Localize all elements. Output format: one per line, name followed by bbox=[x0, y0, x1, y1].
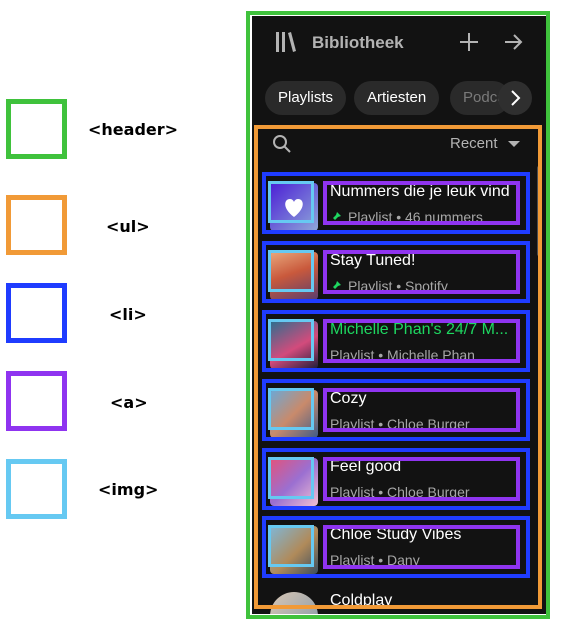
coldplay-avatar bbox=[270, 592, 318, 614]
legend-label-ul: <ul> bbox=[106, 217, 150, 236]
item-subtitle-text: Playlist • Chloe Burger bbox=[330, 484, 470, 500]
arrow-right-icon[interactable] bbox=[502, 31, 524, 53]
plus-icon[interactable] bbox=[458, 31, 480, 53]
item-title: Cozy bbox=[330, 390, 367, 407]
legend-label-a: <a> bbox=[110, 393, 148, 412]
filter-chip-artists[interactable]: Artiesten bbox=[354, 81, 440, 115]
list-item[interactable]: Coldplay bbox=[264, 588, 526, 614]
scrollbar[interactable] bbox=[537, 166, 541, 256]
item-subtitle-text: Playlist • Michelle Phan bbox=[330, 347, 475, 363]
list-item[interactable]: Michelle Phan's 24/7 M... Playlist • Mic… bbox=[264, 317, 526, 375]
item-subtitle: Playlist • Michelle Phan bbox=[330, 347, 475, 363]
legend-swatch-header bbox=[6, 99, 67, 159]
library-title: Bibliotheek bbox=[312, 33, 404, 52]
item-title: Feel good bbox=[330, 458, 402, 475]
item-title: Michelle Phan's 24/7 M... bbox=[330, 321, 509, 338]
study-vibes-cover bbox=[270, 526, 318, 574]
list-item[interactable]: Nummers die je leuk vind Playlist • 46 n… bbox=[264, 179, 526, 237]
item-title: Stay Tuned! bbox=[330, 252, 416, 269]
legend-label-header: <header> bbox=[88, 120, 179, 139]
michelle-phan-cover bbox=[270, 321, 318, 369]
cozy-cover bbox=[270, 390, 318, 438]
item-title: Nummers die je leuk vind bbox=[330, 183, 510, 200]
filter-chip-playlists[interactable]: Playlists bbox=[265, 81, 347, 115]
item-subtitle: Playlist • Chloe Burger bbox=[330, 484, 470, 500]
chevron-right-icon bbox=[511, 90, 521, 106]
feel-good-cover bbox=[270, 458, 318, 506]
search-icon[interactable] bbox=[272, 134, 292, 154]
stay-tuned-cover bbox=[270, 252, 318, 300]
legend-swatch-a bbox=[6, 371, 67, 431]
sort-label[interactable]: Recent bbox=[450, 135, 498, 152]
item-title: Coldplay bbox=[330, 592, 393, 609]
item-subtitle-text: Playlist • 46 nummers bbox=[348, 209, 483, 225]
list-item[interactable]: Feel good Playlist • Chloe Burger bbox=[264, 454, 526, 512]
item-subtitle: Playlist • Dany bbox=[330, 552, 420, 568]
item-subtitle-text: Playlist • Spotify bbox=[348, 278, 448, 294]
legend-label-li: <li> bbox=[109, 305, 147, 324]
legend-swatch-ul bbox=[6, 195, 67, 255]
caret-down-icon[interactable] bbox=[508, 141, 520, 147]
library-icon[interactable] bbox=[274, 30, 298, 54]
chips-next-button[interactable] bbox=[498, 81, 532, 115]
library-panel: Bibliotheek Playlists Artiesten Podcasts… bbox=[252, 16, 546, 614]
item-subtitle: Playlist • Spotify bbox=[330, 278, 448, 294]
list-item[interactable]: Chloe Study Vibes Playlist • Dany bbox=[264, 522, 526, 580]
list-item[interactable]: Stay Tuned! Playlist • Spotify bbox=[264, 248, 526, 306]
item-subtitle: Playlist • 46 nummers bbox=[330, 209, 483, 225]
pin-icon bbox=[331, 212, 341, 222]
list-item[interactable]: Cozy Playlist • Chloe Burger bbox=[264, 386, 526, 444]
legend-label-img: <img> bbox=[98, 480, 159, 499]
pin-icon bbox=[331, 281, 341, 291]
item-title: Chloe Study Vibes bbox=[330, 526, 462, 543]
legend-swatch-img bbox=[6, 459, 67, 519]
legend-swatch-li bbox=[6, 283, 67, 343]
item-subtitle-text: Playlist • Chloe Burger bbox=[330, 416, 470, 432]
item-subtitle: Playlist • Chloe Burger bbox=[330, 416, 470, 432]
item-subtitle-text: Playlist • Dany bbox=[330, 552, 420, 568]
liked-songs-cover bbox=[270, 183, 318, 231]
heart-icon bbox=[285, 199, 303, 217]
